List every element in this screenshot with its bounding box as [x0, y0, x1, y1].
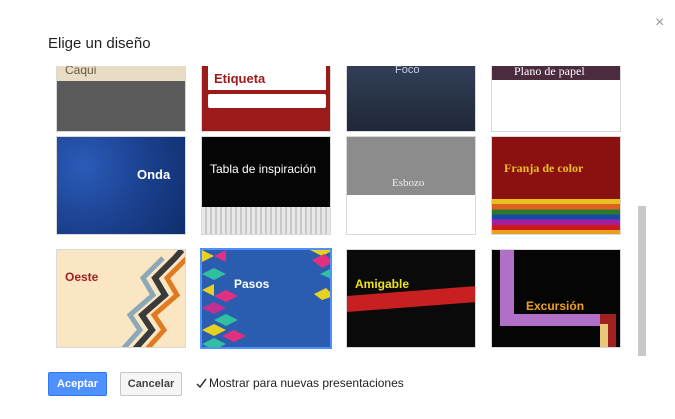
theme-franja-de-color[interactable]: Franja de color [491, 136, 621, 235]
cancel-button[interactable]: Cancelar [120, 372, 182, 396]
color-stripes [492, 199, 620, 234]
theme-onda[interactable]: Onda [56, 136, 186, 235]
theme-label: Tabla de inspiración [210, 162, 317, 176]
etiqueta-subtitle-box [208, 94, 326, 108]
theme-pasos[interactable]: Pasos [200, 248, 332, 349]
board-edge [202, 207, 330, 234]
theme-etiqueta[interactable]: Etiqueta [201, 66, 331, 132]
theme-label: Amigable [355, 277, 410, 291]
theme-foco[interactable]: Foco [346, 66, 476, 132]
theme-esbozo[interactable]: Esbozo [346, 136, 476, 235]
dialog-title: Elige un diseño [48, 35, 151, 52]
caqui-band [57, 81, 185, 131]
checkmark-icon [196, 378, 207, 388]
show-for-new-presentations-option[interactable]: Mostrar para nuevas presentaciones [196, 376, 404, 390]
theme-label: Caqui [65, 66, 97, 77]
steps-pattern [202, 250, 330, 347]
theme-tabla-de-inspiracion[interactable]: Tabla de inspiración [201, 136, 331, 235]
checkbox-label: Mostrar para nuevas presentaciones [209, 376, 404, 390]
accept-button[interactable]: Aceptar [48, 372, 107, 396]
theme-label: Pasos [234, 277, 270, 291]
theme-label: Franja de color [504, 161, 584, 175]
theme-label: Etiqueta [214, 71, 266, 86]
theme-label: Onda [137, 167, 171, 182]
theme-plano-de-papel[interactable]: Plano de papel [491, 66, 621, 132]
choose-theme-dialog: Elige un diseño × Caqui Etiqueta Foco Pl… [0, 0, 675, 419]
theme-label: Esbozo [392, 177, 425, 189]
checkbox-checked-icon[interactable] [196, 378, 207, 389]
theme-label: Foco [395, 66, 420, 76]
zigzag-pattern [121, 250, 185, 347]
theme-label: Excursión [526, 299, 585, 313]
theme-label: Plano de papel [514, 66, 585, 78]
theme-oeste[interactable]: Oeste [56, 249, 186, 348]
theme-label: Oeste [65, 270, 99, 284]
theme-grid: Caqui Etiqueta Foco Plano de papel Onda … [48, 66, 648, 356]
amigable-band [347, 286, 475, 312]
theme-excursion[interactable]: Excursión [491, 249, 621, 348]
theme-amigable[interactable]: Amigable [346, 249, 476, 348]
close-icon[interactable]: × [655, 14, 664, 32]
theme-caqui[interactable]: Caqui [56, 66, 186, 132]
theme-grid-scrollbar[interactable] [638, 206, 646, 356]
